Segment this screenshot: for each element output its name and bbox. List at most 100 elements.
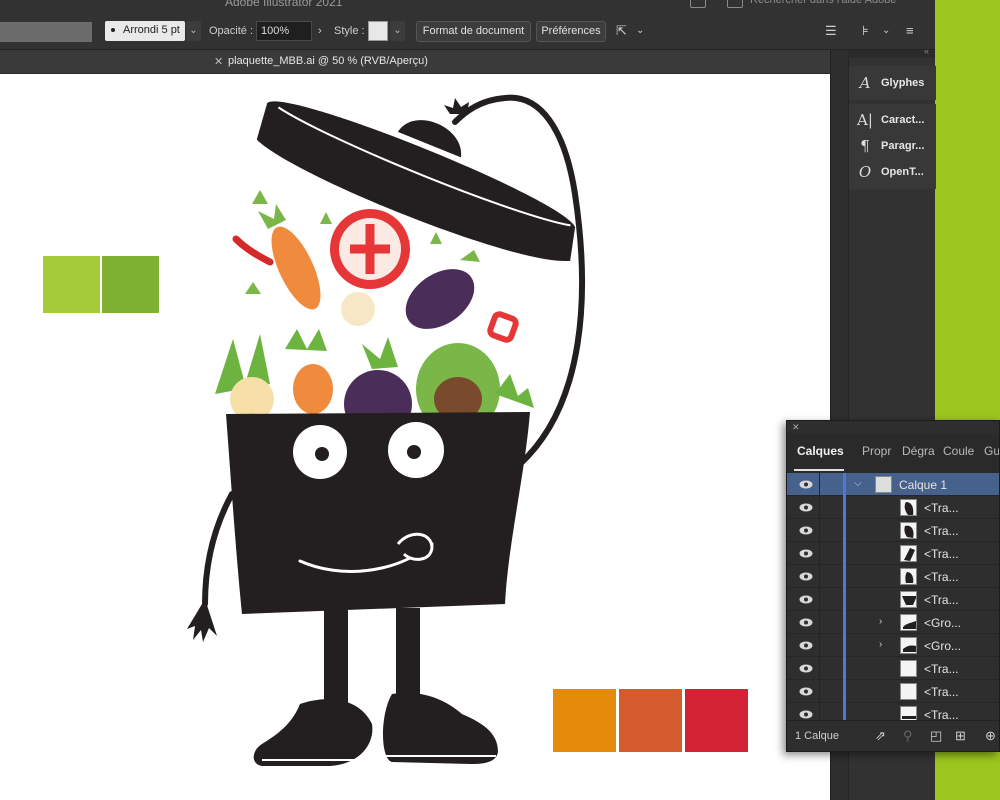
layer-name[interactable]: <Tra... <box>924 662 959 676</box>
lock-column[interactable] <box>819 680 820 703</box>
visibility-eye-icon[interactable] <box>799 595 813 604</box>
pot-mascot-illustration[interactable] <box>0 74 830 800</box>
layer-row[interactable]: <Tra... <box>787 519 999 542</box>
visibility-eye-icon[interactable] <box>799 618 813 627</box>
new-layer-icon[interactable]: ⊕ <box>985 728 996 744</box>
visibility-eye-icon[interactable] <box>799 687 813 696</box>
layer-name[interactable]: <Tra... <box>924 501 959 515</box>
layer-name[interactable]: Calque 1 <box>899 478 947 492</box>
clipping-mask-icon[interactable]: ◰ <box>930 728 942 744</box>
lock-column[interactable] <box>819 657 820 680</box>
opacity-arrow-icon[interactable]: › <box>318 25 322 37</box>
arrange-documents-icon[interactable] <box>727 0 743 8</box>
visibility-eye-icon[interactable] <box>799 526 813 535</box>
opentype-icon: O <box>858 163 872 181</box>
lock-column[interactable] <box>819 519 820 542</box>
tab-color[interactable]: Coule <box>943 444 974 458</box>
opacity-input[interactable]: 100% <box>256 21 312 41</box>
control-bar-menu-icon[interactable]: ≡ <box>906 24 914 38</box>
dock-item-glyphs[interactable]: A Glyphes <box>849 71 936 95</box>
layer-row[interactable]: <Tra... <box>787 496 999 519</box>
lock-column[interactable] <box>819 634 820 657</box>
share-icon[interactable] <box>690 0 706 8</box>
visibility-eye-icon[interactable] <box>799 710 813 719</box>
expand-chevron-icon[interactable]: › <box>879 616 882 627</box>
layer-name[interactable]: <Tra... <box>924 547 959 561</box>
lock-column[interactable] <box>819 496 820 519</box>
control-bar: Arrondi 5 pt ⌄ Opacité : 100% › Style : … <box>0 12 935 50</box>
layer-row[interactable]: <Tra... <box>787 657 999 680</box>
layer-name[interactable]: <Tra... <box>924 570 959 584</box>
layer-row-group[interactable]: › <Gro... <box>787 634 999 657</box>
mascot-left-shoe <box>253 699 373 766</box>
visibility-eye-icon[interactable] <box>799 503 813 512</box>
visibility-eye-icon[interactable] <box>799 664 813 673</box>
document-tab-bar: ✕ plaquette_MBB.ai @ 50 % (RVB/Aperçu) <box>0 50 830 74</box>
stroke-weight-field[interactable] <box>0 22 92 42</box>
tab-guides[interactable]: Gu <box>984 444 999 458</box>
preferences-button[interactable]: Préférences <box>536 21 606 42</box>
select-similar-icon[interactable]: ⇱ <box>616 24 627 38</box>
dock-item-label: Caract... <box>881 114 925 126</box>
visibility-eye-icon[interactable] <box>799 572 813 581</box>
artboard-canvas[interactable] <box>0 74 830 800</box>
layer-row[interactable]: <Tra... <box>787 588 999 611</box>
help-search-input[interactable]: Rechercher dans l'aide Adobe <box>750 0 935 10</box>
layer-name[interactable]: <Tra... <box>924 524 959 538</box>
close-panel-icon[interactable]: ✕ <box>792 422 800 433</box>
brush-definition-select[interactable]: Arrondi 5 pt <box>105 21 185 41</box>
lock-column[interactable] <box>819 611 820 634</box>
lock-column[interactable] <box>819 565 820 588</box>
expand-chevron-icon[interactable]: › <box>879 639 882 650</box>
dock-group-type: A| Caract... ¶ Paragr... O OpenT... <box>849 104 936 189</box>
layer-name[interactable]: <Tra... <box>924 685 959 699</box>
align-panel-icon[interactable]: ☰ <box>825 24 837 38</box>
new-sublayer-icon[interactable]: ⊞ <box>955 728 966 744</box>
document-tab[interactable]: plaquette_MBB.ai @ 50 % (RVB/Aperçu) <box>228 55 428 67</box>
brush-dropdown-button[interactable]: ⌄ <box>186 21 201 41</box>
layer-thumbnail <box>900 545 917 562</box>
locate-object-icon[interactable]: ⚲ <box>903 728 913 744</box>
lock-column[interactable] <box>819 542 820 565</box>
pepper-ring <box>487 311 519 343</box>
style-dropdown-button[interactable]: ⌄ <box>390 21 405 41</box>
close-tab-icon[interactable]: ✕ <box>214 55 223 68</box>
layer-name[interactable]: <Tra... <box>924 593 959 607</box>
dock-item-paragraph[interactable]: ¶ Paragr... <box>849 134 936 158</box>
graphic-style-swatch[interactable] <box>368 21 388 41</box>
character-icon: A| <box>857 111 873 129</box>
collapse-chevron-icon[interactable]: ⌵ <box>854 478 862 489</box>
visibility-eye-icon[interactable] <box>799 641 813 650</box>
transform-dropdown-icon[interactable]: ⌄ <box>882 24 890 38</box>
carrot <box>271 226 321 310</box>
dock-item-character[interactable]: A| Caract... <box>849 108 936 132</box>
dock-item-label: Glyphes <box>881 77 925 89</box>
visibility-eye-icon[interactable] <box>799 480 813 489</box>
layer-thumbnail <box>875 476 892 493</box>
tab-gradient[interactable]: Dégra <box>902 444 935 458</box>
visibility-eye-icon[interactable] <box>799 549 813 558</box>
transform-panel-icon[interactable]: ⊧ <box>862 24 869 38</box>
layers-panel-footer: 1 Calque ⇗ ⚲ ◰ ⊞ ⊕ <box>787 720 999 751</box>
layer-color-bar <box>843 565 846 588</box>
layer-row[interactable]: <Tra... <box>787 542 999 565</box>
layer-thumbnail <box>900 683 917 700</box>
layer-row-group[interactable]: › <Gro... <box>787 611 999 634</box>
lock-column[interactable] <box>819 588 820 611</box>
layer-color-bar <box>843 588 846 611</box>
layer-name[interactable]: <Gro... <box>924 639 961 653</box>
layer-row-calque-1[interactable]: ⌵ Calque 1 <box>787 473 999 496</box>
layer-name[interactable]: <Gro... <box>924 616 961 630</box>
tab-layers[interactable]: Calques <box>797 444 844 458</box>
pot-body <box>226 412 530 614</box>
paragraph-icon: ¶ <box>860 137 870 155</box>
layer-row[interactable]: <Tra... <box>787 565 999 588</box>
brush-dot-icon <box>111 28 115 33</box>
dock-item-opentype[interactable]: O OpenT... <box>849 160 936 184</box>
export-icon[interactable]: ⇗ <box>875 728 886 744</box>
document-setup-button[interactable]: Format de document <box>416 21 531 42</box>
tab-properties[interactable]: Propr <box>862 444 891 458</box>
lock-column[interactable] <box>819 473 820 496</box>
layer-row[interactable]: <Tra... <box>787 680 999 703</box>
select-similar-dropdown-icon[interactable]: ⌄ <box>636 24 644 38</box>
